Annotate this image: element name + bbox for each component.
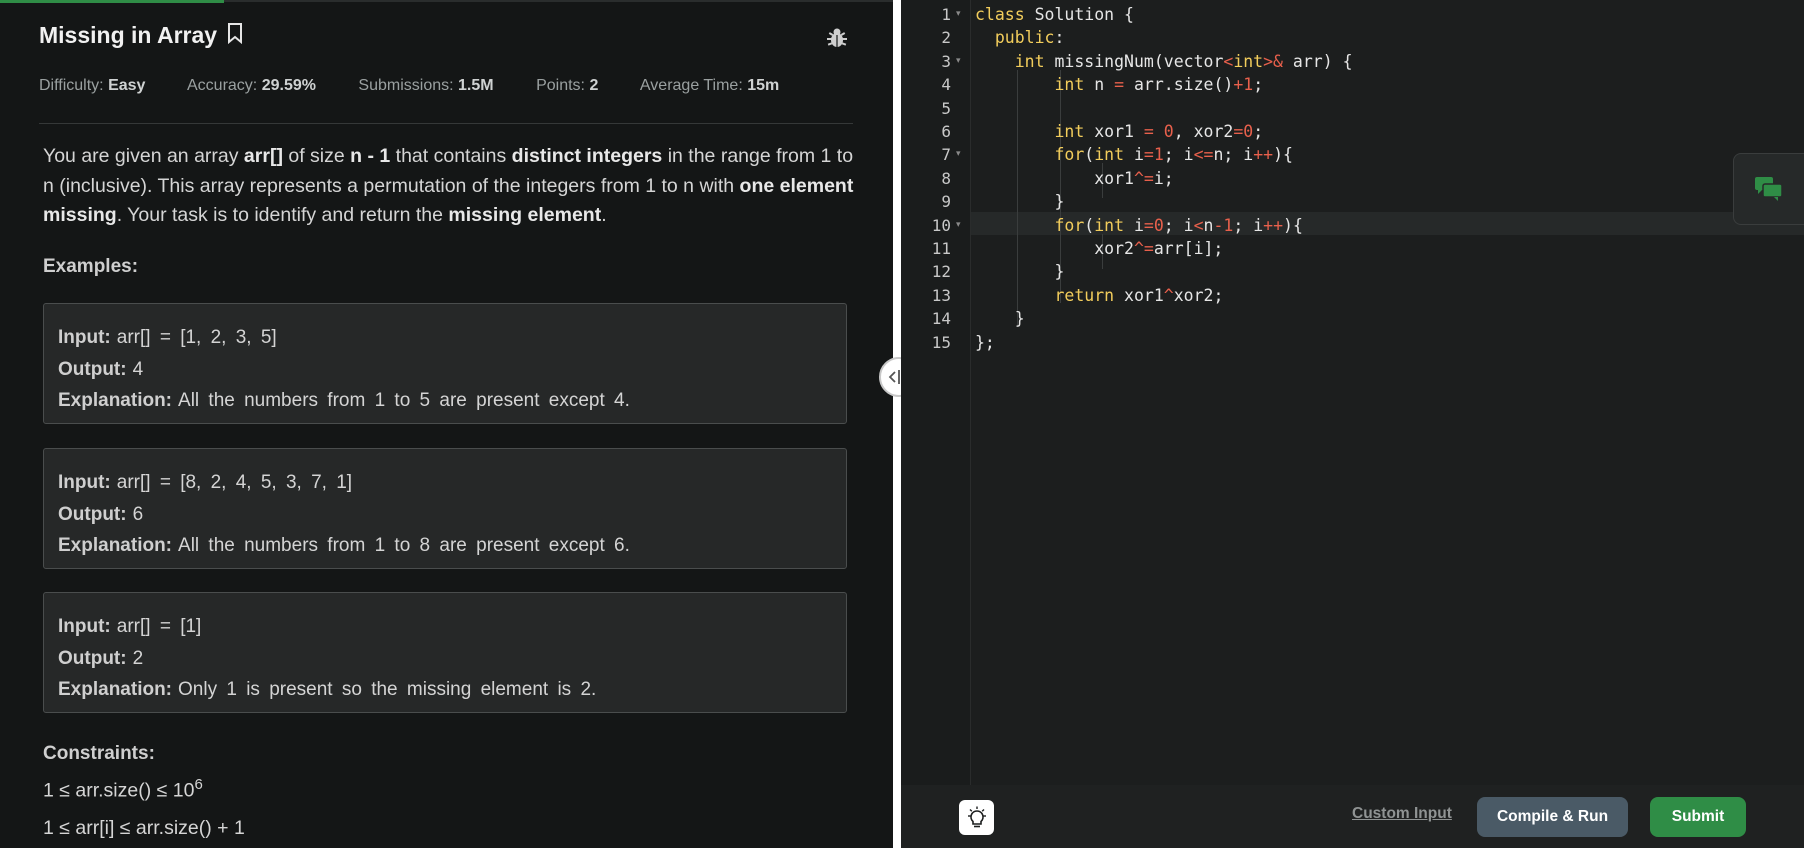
line-number: 6 [941, 122, 951, 141]
example-explanation: Only 1 is present so the missing element… [178, 679, 597, 700]
line-number: 9 [941, 192, 951, 212]
example-box: Input: arr[] = [1] Output: 2 Explanation: O… [43, 592, 847, 713]
code-line[interactable]: public: [975, 26, 1065, 49]
code-line[interactable]: } [975, 260, 1064, 283]
compile-run-button[interactable]: Compile & Run [1477, 797, 1628, 837]
editor-action-bar: Custom Input Compile & Run Submit [901, 785, 1804, 848]
line-number: 7 [941, 145, 951, 165]
code-line[interactable]: int missingNum(vector<int>& arr) { [975, 50, 1353, 73]
code-line[interactable]: } [975, 307, 1025, 330]
line-number: 12 [931, 262, 951, 282]
lightbulb-icon[interactable] [959, 800, 994, 835]
code-line[interactable]: for(int i=0; i<n-1; i++){ [975, 214, 1302, 237]
progress-indicator [0, 0, 224, 3]
problem-panel: Missing in Array Difficulty: Easy Accura… [0, 0, 894, 848]
example-box: Input: arr[] = [1, 2, 3, 5] Output: 4 Expl… [43, 303, 847, 424]
panel-splitter[interactable] [893, 0, 901, 848]
code-line[interactable]: return xor1^xor2; [975, 284, 1223, 307]
fold-arrow-icon[interactable]: ▾ [956, 148, 961, 159]
example-explanation: All the numbers from 1 to 5 are present … [178, 390, 630, 411]
submit-button[interactable]: Submit [1650, 797, 1746, 837]
line-number-gutter: 1 ▾ 2 3 ▾ 4 5 6 7 ▾ 8 9 10 ▾ 11 12 13 14 15 [901, 0, 971, 785]
example-output: 4 [132, 358, 144, 380]
example-output: 6 [132, 503, 144, 525]
meta-difficulty: Difficulty: Easy [39, 77, 146, 94]
problem-title: Missing in Array [39, 22, 218, 48]
line-number: 14 [931, 309, 951, 329]
meta-accuracy: Accuracy: 29.59% [187, 77, 316, 94]
constraints-heading: Constraints: [43, 743, 155, 764]
code-line[interactable]: }; [975, 331, 995, 354]
line-number: 11 [931, 239, 951, 258]
line-number: 13 [931, 285, 951, 305]
meta-submissions: Submissions: 1.5M [358, 77, 494, 94]
code-line[interactable]: for(int i=1; i<=n; i++){ [975, 143, 1293, 166]
example-output: 2 [132, 647, 144, 669]
example-box: Input: arr[] = [8, 2, 4, 5, 3, 7, 1] Outp… [43, 448, 847, 569]
fold-arrow-icon[interactable]: ▾ [956, 55, 961, 66]
line-number: 5 [941, 98, 951, 118]
example-input: arr[] = [8, 2, 4, 5, 3, 7, 1] [116, 472, 353, 493]
code-line[interactable]: int n = arr.size()+1; [975, 73, 1263, 96]
line-number: 2 [941, 28, 951, 48]
constraint-item: 1 ≤ arr.size() ≤ 106 [43, 776, 203, 802]
divider [39, 123, 853, 124]
problem-description: You are given an array arr[] of size n -… [43, 145, 854, 226]
code-line[interactable]: xor1^=i; [975, 167, 1174, 190]
examples-heading: Examples: [43, 256, 139, 277]
bookmark-icon[interactable] [226, 22, 244, 49]
custom-input-link[interactable]: Custom Input [1352, 805, 1452, 823]
problem-meta: Difficulty: Easy Accuracy: 29.59% Submis… [39, 77, 817, 95]
example-explanation: All the numbers from 1 to 8 are present … [178, 535, 630, 556]
constraint-item: 1 ≤ arr[i] ≤ arr.size() + 1 [43, 817, 245, 839]
line-number: 1 [941, 5, 951, 24]
example-input: arr[] = [1, 2, 3, 5] [116, 327, 277, 348]
fold-arrow-icon[interactable]: ▾ [956, 8, 961, 19]
fold-arrow-icon[interactable]: ▾ [956, 219, 961, 230]
code-line[interactable]: int xor1 = 0, xor2=0; [975, 120, 1263, 143]
line-number: 4 [941, 75, 951, 95]
code-line[interactable]: class Solution { [975, 3, 1134, 26]
example-input: arr[] = [1] [116, 616, 202, 637]
code-line[interactable] [975, 97, 985, 120]
chat-icon[interactable] [1733, 153, 1804, 225]
title-row: Missing in Array [39, 22, 849, 58]
code-editor-panel: 1 ▾ 2 3 ▾ 4 5 6 7 ▾ 8 9 10 ▾ 11 12 13 14 15 class Solution… [901, 0, 1804, 848]
bug-icon[interactable] [825, 26, 849, 55]
line-number: 3 [941, 51, 951, 71]
meta-points: Points: 2 [536, 77, 599, 94]
code-line[interactable]: xor2^=arr[i]; [975, 237, 1223, 260]
line-number: 10 [931, 215, 951, 235]
code-line[interactable]: } [975, 190, 1064, 213]
meta-average-time: Average Time: 15m [639, 77, 780, 94]
line-number: 8 [941, 168, 951, 188]
line-number: 15 [931, 332, 951, 352]
